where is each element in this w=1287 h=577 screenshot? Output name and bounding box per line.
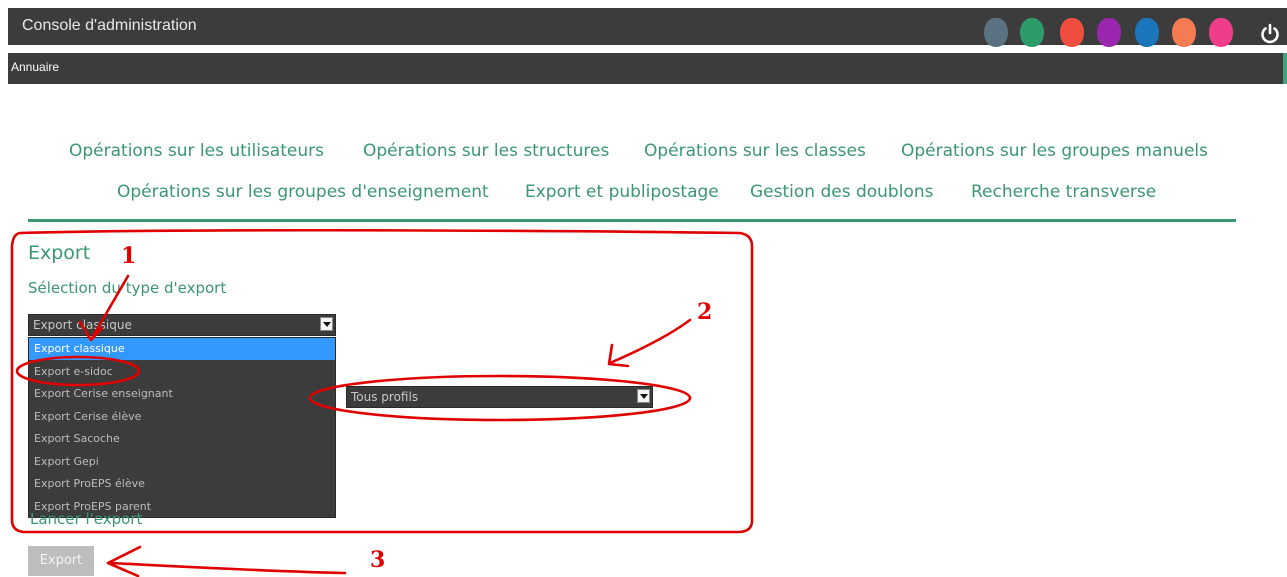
section-subtitle: Sélection du type d'export <box>28 279 227 297</box>
app-dot-slate[interactable] <box>984 18 1008 47</box>
option-export-cerise-enseignant[interactable]: Export Cerise enseignant <box>29 383 335 405</box>
annotation-arrow-3 <box>106 545 347 577</box>
option-export-proeps-eleve[interactable]: Export ProEPS élève <box>29 473 335 495</box>
launch-export-label: Lancer l'export <box>30 510 143 528</box>
annotation-label-1: 1 <box>121 243 137 269</box>
app-dot-orange[interactable] <box>1172 18 1196 47</box>
power-icon[interactable] <box>1259 23 1281 45</box>
option-export-cerise-eleve[interactable]: Export Cerise élève <box>29 406 335 428</box>
section-title: Export <box>28 242 91 264</box>
nav-manual-groups[interactable]: Opérations sur les groupes manuels <box>901 141 1208 161</box>
app-dot-red[interactable] <box>1060 18 1084 47</box>
app-title: Console d'administration <box>22 17 197 34</box>
nav-users[interactable]: Opérations sur les utilisateurs <box>69 141 324 161</box>
chevron-down-icon[interactable] <box>637 389 650 403</box>
export-button[interactable]: Export <box>28 546 94 576</box>
nav-divider <box>28 219 1236 222</box>
profile-select[interactable]: Tous profils <box>346 386 653 408</box>
annotation-arrow-2 <box>607 318 692 368</box>
annotation-label-3: 3 <box>370 547 386 573</box>
export-type-dropdown: Export classique Export e-sidoc Export C… <box>28 337 336 518</box>
title-bar: Console d'administration <box>8 8 1287 47</box>
nav-duplicates[interactable]: Gestion des doublons <box>750 182 933 202</box>
annotation-label-2: 2 <box>697 299 713 325</box>
nav-teaching-groups[interactable]: Opérations sur les groupes d'enseignemen… <box>117 182 489 202</box>
option-export-esidoc[interactable]: Export e-sidoc <box>29 361 335 383</box>
option-export-sacoche[interactable]: Export Sacoche <box>29 428 335 450</box>
profile-select-value: Tous profils <box>351 390 419 404</box>
export-type-select[interactable]: Export classique <box>28 314 336 336</box>
chevron-down-icon[interactable] <box>320 317 333 331</box>
app-dot-purple[interactable] <box>1097 18 1121 47</box>
option-export-classique[interactable]: Export classique <box>29 338 335 360</box>
app-dot-green[interactable] <box>1020 18 1044 47</box>
nav-transverse-search[interactable]: Recherche transverse <box>971 182 1156 202</box>
export-type-value: Export classique <box>33 318 132 332</box>
breadcrumb-annuaire[interactable]: Annuaire <box>11 60 59 74</box>
sub-navigation-bar: Annuaire <box>8 53 1287 84</box>
nav-structures[interactable]: Opérations sur les structures <box>363 141 609 161</box>
nav-classes[interactable]: Opérations sur les classes <box>644 141 866 161</box>
app-dot-pink[interactable] <box>1209 18 1233 47</box>
option-export-gepi[interactable]: Export Gepi <box>29 451 335 473</box>
app-dot-blue[interactable] <box>1135 18 1159 47</box>
header: Console d'administration <box>0 0 1287 53</box>
nav-export-mailing[interactable]: Export et publipostage <box>525 182 719 202</box>
